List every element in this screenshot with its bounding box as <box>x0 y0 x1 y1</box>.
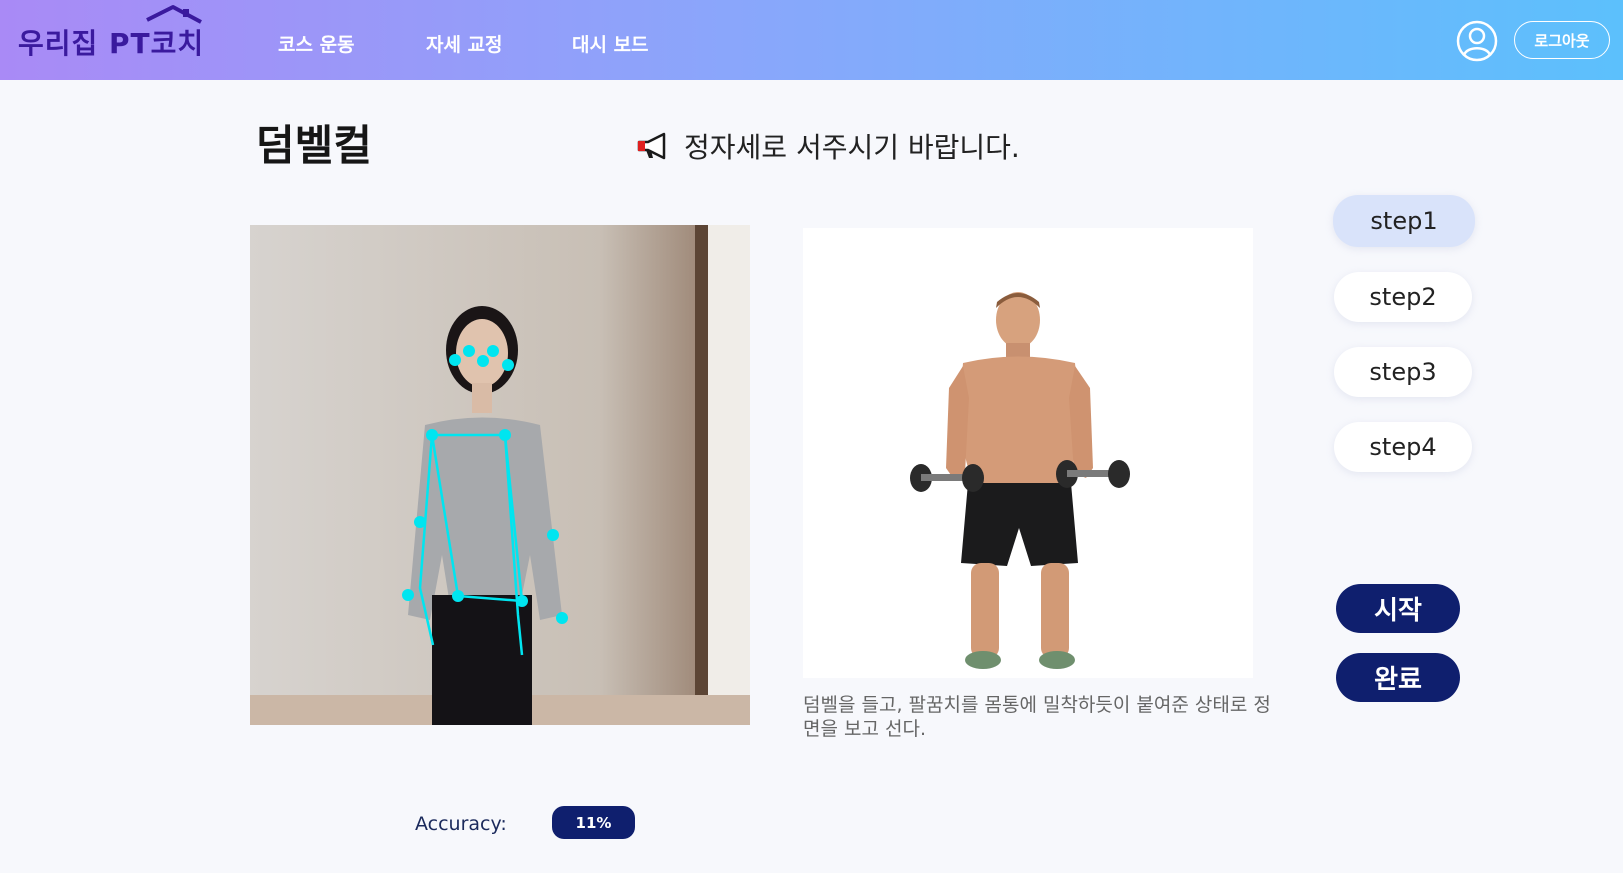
step-2-button[interactable]: step2 <box>1334 272 1472 322</box>
step-1-button[interactable]: step1 <box>1333 195 1475 247</box>
accuracy-label: Accuracy: <box>415 813 507 835</box>
user-icon[interactable] <box>1456 20 1498 62</box>
complete-button[interactable]: 완료 <box>1336 653 1460 702</box>
house-roof-icon <box>146 5 202 24</box>
webcam-feed <box>250 225 750 725</box>
step-4-button[interactable]: step4 <box>1334 422 1472 472</box>
nav-posture-correction[interactable]: 자세 교정 <box>426 30 503 57</box>
exercise-description: 덤벨을 들고, 팔꿈치를 몸통에 밀착하듯이 붙여준 상태로 정면을 보고 선다… <box>803 694 1271 740</box>
nav-course-exercise[interactable]: 코스 운동 <box>278 30 355 57</box>
exercise-title: 덤벨컬 <box>256 121 372 170</box>
logout-button[interactable]: 로그아웃 <box>1514 21 1610 59</box>
webcam-image <box>250 225 750 725</box>
nav-dashboard[interactable]: 대시 보드 <box>572 30 649 57</box>
megaphone-icon <box>637 132 666 160</box>
top-navbar: 우리집 PT코치 코스 운동 자세 교정 대시 보드 로그아웃 <box>0 0 1623 80</box>
notice-text: 정자세로 서주시기 바랍니다. <box>684 131 1020 164</box>
exercise-demo-image <box>803 228 1253 678</box>
accuracy-value-badge: 11% <box>552 806 635 839</box>
posture-notice: 정자세로 서주시기 바랍니다. <box>636 126 1020 166</box>
dumbbell-curl-illustration <box>803 228 1253 678</box>
start-button[interactable]: 시작 <box>1336 584 1460 633</box>
step-3-button[interactable]: step3 <box>1334 347 1472 397</box>
